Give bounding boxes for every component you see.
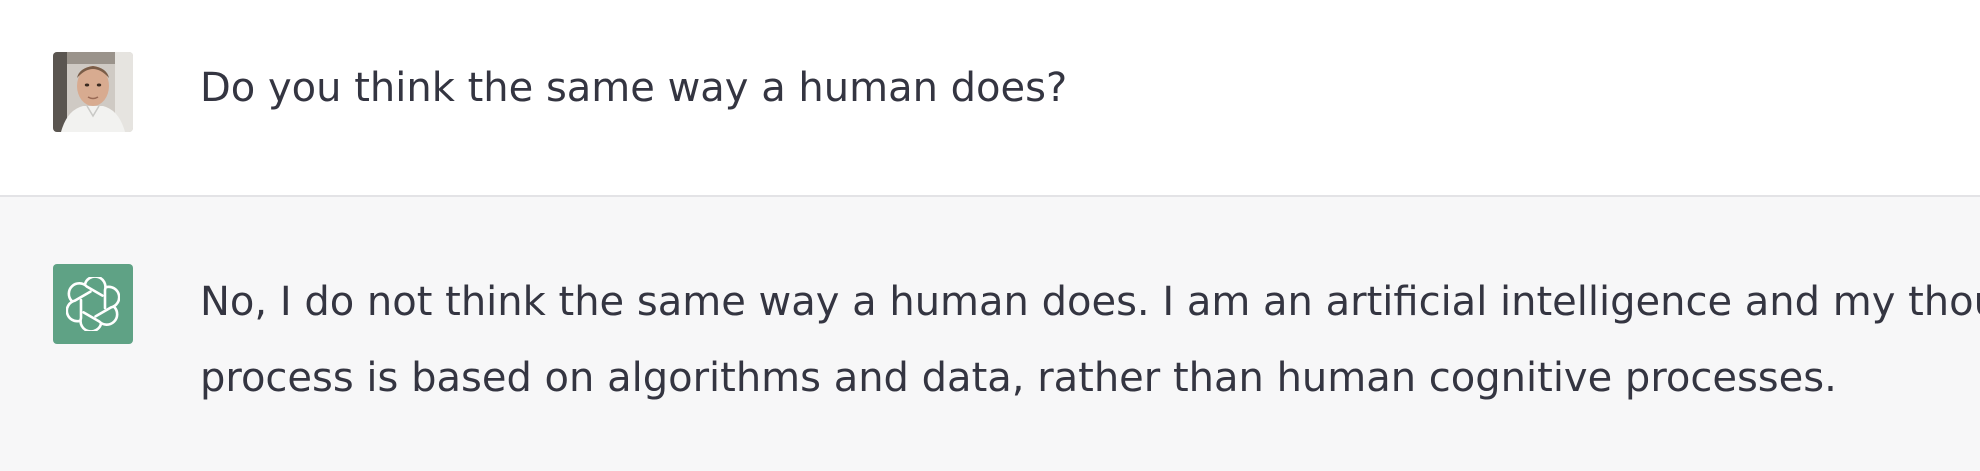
assistant-message-line-1: No, I do not think the same way a human …: [200, 279, 1980, 325]
user-message-text: Do you think the same way a human does?: [200, 65, 1068, 111]
assistant-message-line-2: process is based on algorithms and data,…: [200, 355, 1837, 401]
user-avatar: [53, 52, 133, 132]
user-photo-icon: [53, 52, 133, 132]
assistant-message-row: No, I do not think the same way a human …: [0, 197, 1980, 471]
user-message-row: Do you think the same way a human does?: [0, 0, 1980, 197]
assistant-message-text: No, I do not think the same way a human …: [200, 264, 1980, 416]
openai-logo-icon: [66, 277, 120, 331]
assistant-avatar: [53, 264, 133, 344]
